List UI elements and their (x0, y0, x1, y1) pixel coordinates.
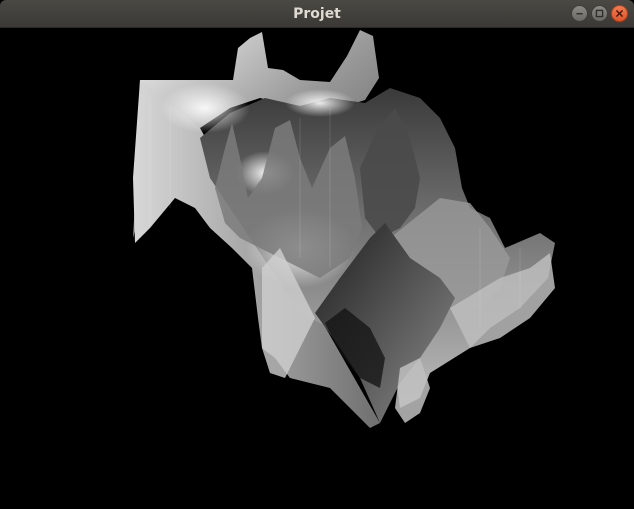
app-window: Projet (0, 0, 634, 509)
minimize-icon (576, 13, 583, 15)
terrain-highlight (285, 89, 355, 117)
render-viewport[interactable] (0, 28, 634, 509)
minimize-button[interactable] (571, 5, 588, 22)
terrain-highlight (160, 83, 250, 133)
close-button[interactable] (611, 5, 628, 22)
title-bar[interactable]: Projet (0, 0, 634, 28)
maximize-button[interactable] (591, 5, 608, 22)
close-icon (616, 10, 623, 17)
window-controls (571, 5, 628, 23)
window-title: Projet (293, 6, 341, 22)
terrain-render (133, 30, 555, 428)
maximize-icon (595, 9, 604, 18)
